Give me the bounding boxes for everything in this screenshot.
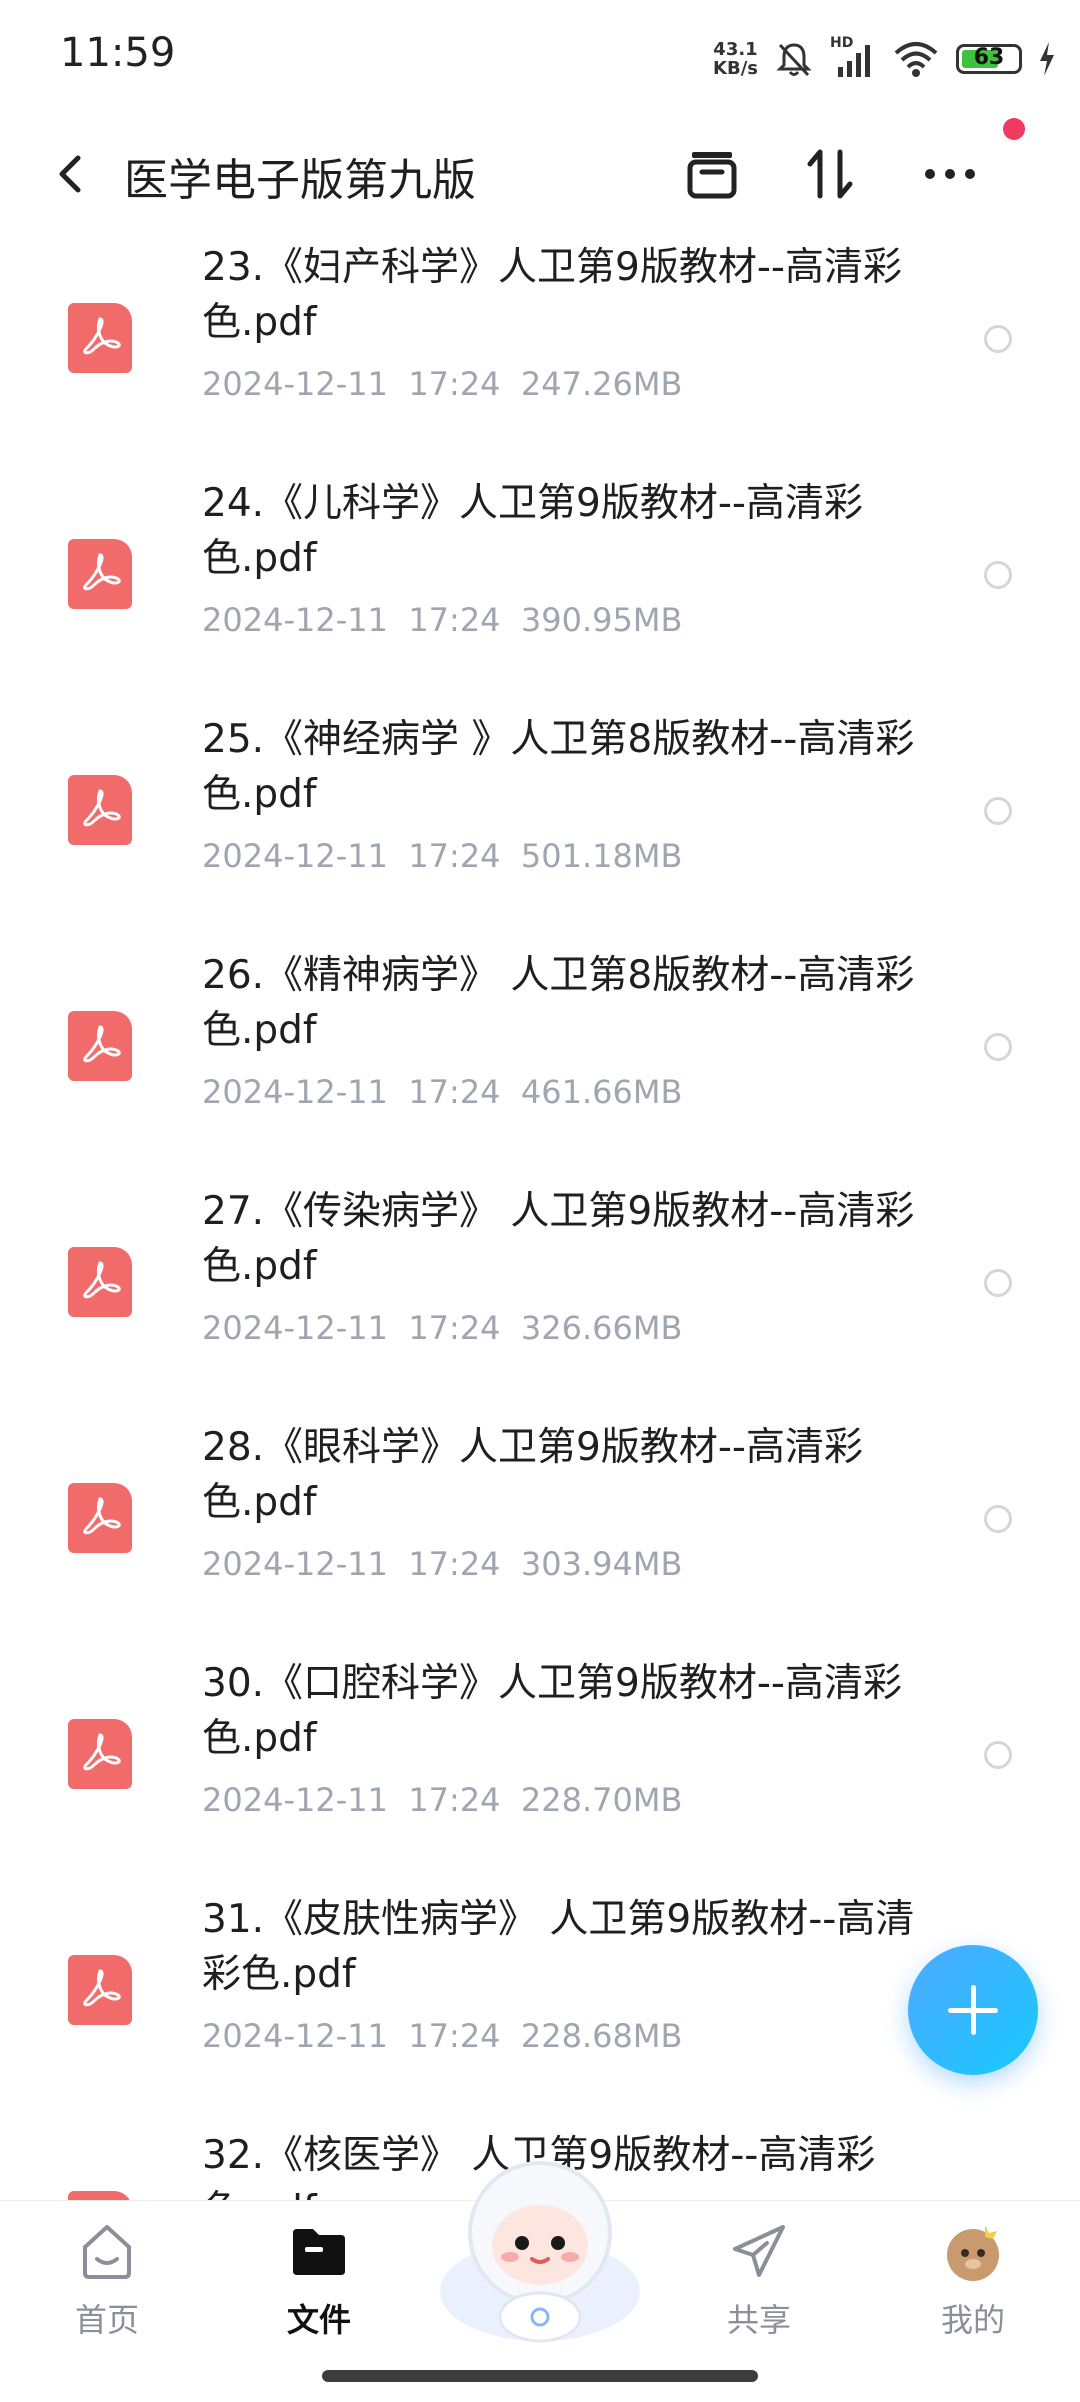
nav-home[interactable]: 首页 [42,2219,172,2339]
select-radio[interactable] [984,561,1012,589]
page-title: 医学电子版第九版 [124,155,476,206]
list-item[interactable]: 27.《传染病学》 人卫第9版教材--高清彩色.pdf 2024-12-11 1… [0,1184,1080,1420]
file-name: 23.《妇产科学》人卫第9版教材--高清彩色.pdf [202,245,902,345]
folder-icon [293,2229,345,2275]
home-indicator[interactable] [322,2370,758,2382]
share-plane-icon [733,2225,785,2277]
sort-button[interactable] [798,142,862,206]
select-radio[interactable] [984,797,1012,825]
select-radio[interactable] [984,325,1012,353]
charging-icon [1040,42,1054,76]
add-button[interactable] [908,1945,1038,2075]
status-bar: 11:59 43.1 KB/s HD 63 [0,0,1080,116]
select-radio[interactable] [984,1033,1012,1061]
select-radio[interactable] [984,1741,1012,1769]
file-meta: 2024-12-11 17:24 228.70MB [202,1781,683,1819]
pdf-file-icon [68,539,132,609]
pdf-file-icon [68,1011,132,1081]
file-name: 28.《眼科学》人卫第9版教材--高清彩色.pdf [202,1425,863,1525]
app-header: 医学电子版第九版 [0,116,1080,232]
pdf-file-icon [68,775,132,845]
status-icons: 43.1 KB/s HD 63 [713,34,1056,84]
wifi-icon [894,42,938,77]
file-meta: 2024-12-11 17:24 326.66MB [202,1309,683,1347]
profile-avatar-icon [947,2225,999,2281]
status-time: 11:59 [60,30,176,76]
list-item[interactable]: 30.《口腔科学》人卫第9版教材--高清彩色.pdf 2024-12-11 17… [0,1656,1080,1892]
nav-files[interactable]: 文件 [254,2219,384,2339]
file-name: 25.《神经病学 》人卫第8版教材--高清彩色.pdf [202,717,915,817]
pdf-file-icon [68,303,132,373]
pdf-file-icon [68,1483,132,1553]
file-meta: 2024-12-11 17:24 461.66MB [202,1073,683,1111]
archive-button[interactable] [680,142,744,206]
sort-icon [807,149,853,199]
mascot-icon [440,2161,640,2343]
list-item[interactable]: 26.《精神病学》 人卫第8版教材--高清彩色.pdf 2024-12-11 1… [0,948,1080,1184]
back-button[interactable] [44,144,104,204]
file-name: 30.《口腔科学》人卫第9版教材--高清彩色.pdf [202,1661,902,1761]
file-meta: 2024-12-11 17:24 228.68MB [202,2017,683,2055]
file-meta: 2024-12-11 17:24 501.18MB [202,837,683,875]
select-radio[interactable] [984,1269,1012,1297]
more-button[interactable] [918,142,982,206]
list-item[interactable]: 23.《妇产科学》人卫第9版教材--高清彩色.pdf 2024-12-11 17… [0,240,1080,476]
file-name: 26.《精神病学》 人卫第8版教材--高清彩色.pdf [202,953,915,1053]
nav-profile[interactable]: 我的 [908,2219,1038,2339]
nav-share[interactable]: 共享 [694,2219,824,2339]
file-name: 31.《皮肤性病学》 人卫第9版教材--高清彩色.pdf [202,1897,915,1997]
file-meta: 2024-12-11 17:24 247.26MB [202,365,683,403]
list-item[interactable]: 28.《眼科学》人卫第9版教材--高清彩色.pdf 2024-12-11 17:… [0,1420,1080,1656]
home-face-icon [83,2225,131,2279]
more-icon [925,169,975,179]
signal-icon: HD [830,35,876,79]
list-item[interactable]: 24.《儿科学》人卫第9版教材--高清彩色.pdf 2024-12-11 17:… [0,476,1080,712]
archive-box-icon [687,152,737,199]
battery-icon: 63 [956,44,1022,74]
notification-dot [1003,118,1025,140]
mascot-button[interactable] [436,2141,644,2349]
pdf-file-icon [68,1955,132,2025]
file-meta: 2024-12-11 17:24 303.94MB [202,1545,683,1583]
file-meta: 2024-12-11 17:24 390.95MB [202,601,683,639]
mute-bell-icon [776,43,812,77]
list-item[interactable]: 25.《神经病学 》人卫第8版教材--高清彩色.pdf 2024-12-11 1… [0,712,1080,948]
pdf-file-icon [68,1719,132,1789]
file-name: 27.《传染病学》 人卫第9版教材--高清彩色.pdf [202,1189,915,1289]
select-radio[interactable] [984,1505,1012,1533]
network-speed: 43.1 KB/s [713,39,758,79]
back-arrow-icon [59,155,81,193]
file-list: 23.《妇产科学》人卫第9版教材--高清彩色.pdf 2024-12-11 17… [0,232,1080,2202]
pdf-file-icon [68,1247,132,1317]
file-name: 24.《儿科学》人卫第9版教材--高清彩色.pdf [202,481,863,581]
